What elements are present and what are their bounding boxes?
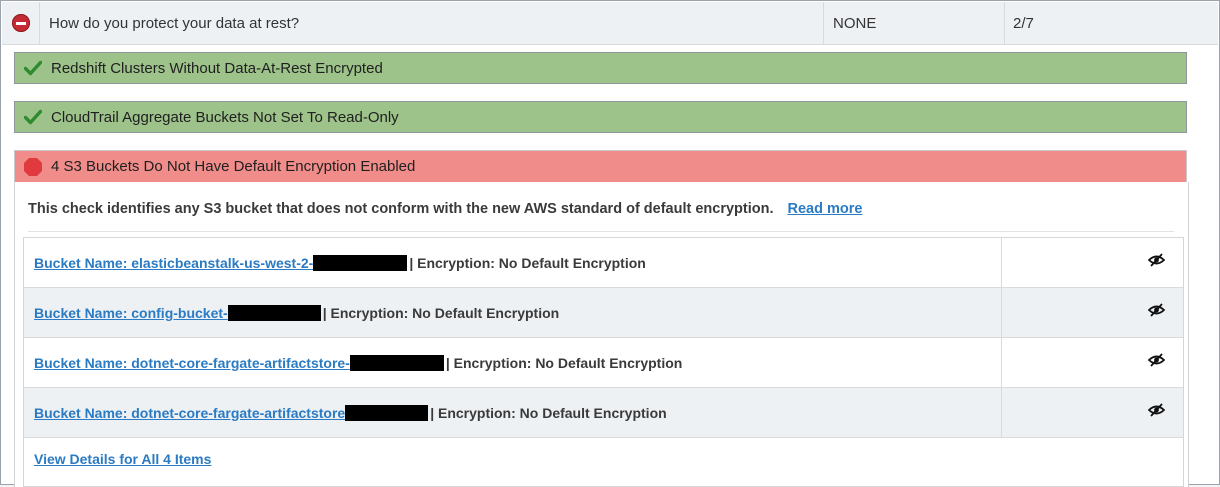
check-icon	[15, 60, 51, 76]
check-label: CloudTrail Aggregate Buckets Not Set To …	[51, 108, 399, 126]
divider	[28, 231, 1174, 232]
hide-eye-icon[interactable]	[1147, 403, 1166, 422]
hide-eye-icon[interactable]	[1147, 303, 1166, 322]
finding-cell: Bucket Name: elasticbeanstalk-us-west-2-…	[24, 238, 1002, 287]
finding-cell: Bucket Name: dotnet-core-fargate-artifac…	[24, 388, 1002, 437]
table-row: Bucket Name: config-bucket- | Encryption:…	[24, 288, 1183, 338]
table-row: Bucket Name: dotnet-core-fargate-artifac…	[24, 388, 1183, 438]
finding-cell: Bucket Name: dotnet-core-fargate-artifac…	[24, 338, 1002, 387]
bucket-link[interactable]: Bucket Name: elasticbeanstalk-us-west-2-	[34, 255, 313, 271]
view-all-details-link[interactable]: View Details for All 4 Items	[34, 451, 211, 467]
action-cell	[1002, 338, 1183, 387]
redacted-block	[345, 404, 429, 421]
no-entry-icon	[11, 14, 30, 32]
finding-encryption: | Encryption: No Default Encryption	[322, 304, 560, 321]
check-icon	[15, 109, 51, 125]
bucket-link[interactable]: Bucket Name: config-bucket-	[34, 305, 228, 321]
question-row[interactable]: How do you protect your data at rest? NO…	[2, 2, 1218, 45]
check-s3-default-encryption[interactable]: 4 S3 Buckets Do Not Have Default Encrypt…	[14, 150, 1187, 182]
check-details-panel: This check identifies any S3 bucket that…	[14, 182, 1189, 487]
question-text: How do you protect your data at rest?	[40, 2, 824, 44]
check-label: Redshift Clusters Without Data-At-Rest E…	[51, 59, 383, 77]
question-status-cell	[2, 2, 40, 44]
bucket-link[interactable]: Bucket Name: dotnet-core-fargate-artifac…	[34, 355, 350, 371]
question-score: 2/7	[1013, 14, 1034, 32]
action-cell	[1002, 238, 1183, 287]
finding-cell: Bucket Name: config-bucket- | Encryption:…	[24, 288, 1002, 337]
hide-eye-icon[interactable]	[1147, 253, 1166, 272]
table-row: Bucket Name: elasticbeanstalk-us-west-2-…	[24, 238, 1183, 288]
bucket-link[interactable]: Bucket Name: dotnet-core-fargate-artifac…	[34, 405, 345, 421]
check-label: 4 S3 Buckets Do Not Have Default Encrypt…	[51, 158, 416, 175]
redacted-block	[227, 304, 321, 321]
action-cell	[1002, 388, 1183, 437]
finding-encryption: | Encryption: No Default Encryption	[445, 354, 683, 371]
stop-octagon-icon	[15, 157, 51, 177]
finding-encryption: | Encryption: No Default Encryption	[409, 254, 646, 271]
redacted-block	[349, 354, 444, 371]
read-more-link[interactable]: Read more	[788, 201, 863, 217]
action-cell	[1002, 288, 1183, 337]
question-risk: NONE	[824, 2, 1005, 44]
findings-table: Bucket Name: elasticbeanstalk-us-west-2-…	[23, 237, 1184, 487]
hide-eye-icon[interactable]	[1147, 353, 1166, 372]
check-cloudtrail-readonly[interactable]: CloudTrail Aggregate Buckets Not Set To …	[14, 101, 1187, 133]
check-redshift-encryption[interactable]: Redshift Clusters Without Data-At-Rest E…	[14, 52, 1187, 84]
redacted-block	[313, 254, 408, 271]
table-row: Bucket Name: dotnet-core-fargate-artifac…	[24, 338, 1183, 388]
check-description: This check identifies any S3 bucket that…	[28, 201, 862, 217]
finding-encryption: | Encryption: No Default Encryption	[430, 404, 667, 421]
description-text: This check identifies any S3 bucket that…	[28, 201, 774, 217]
question-panel: How do you protect your data at rest? NO…	[0, 0, 1220, 487]
